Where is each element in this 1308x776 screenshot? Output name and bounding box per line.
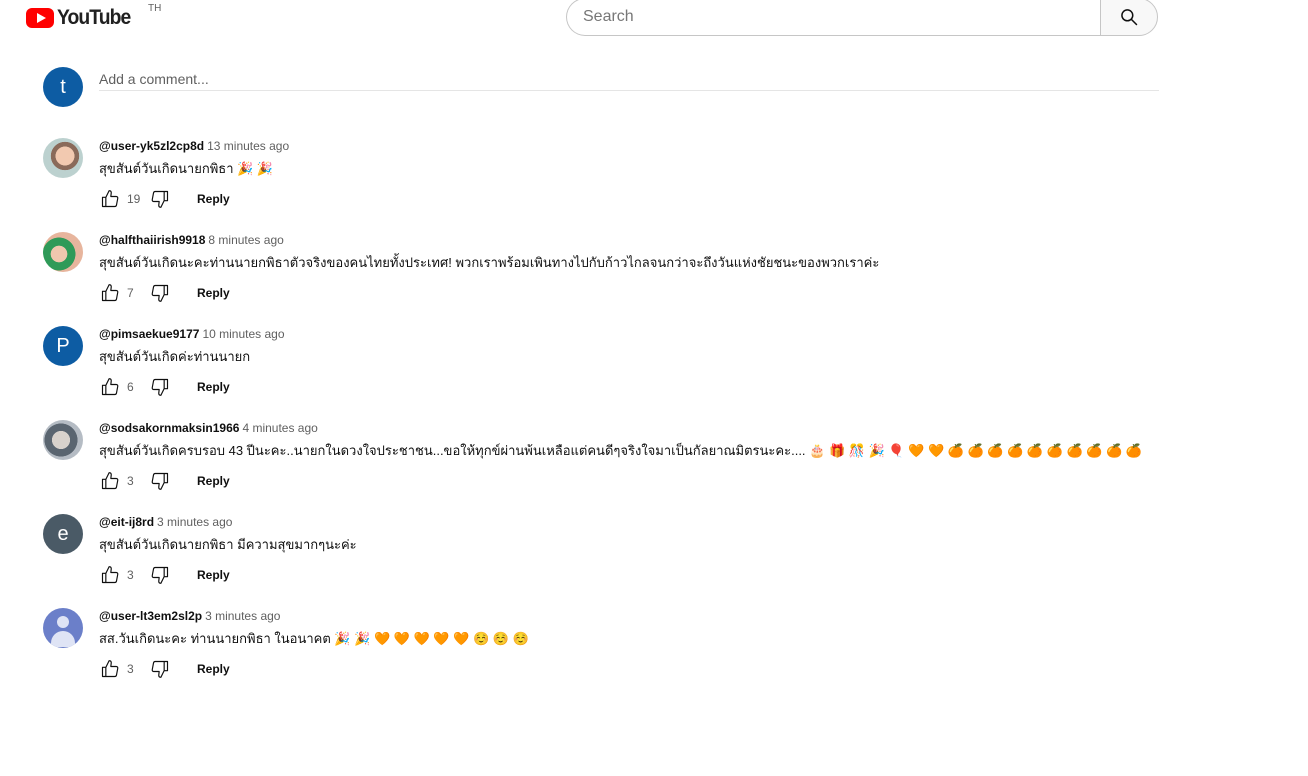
current-user-avatar[interactable]: t [43, 67, 83, 107]
reply-button[interactable]: Reply [191, 658, 236, 680]
avatar[interactable] [43, 138, 83, 178]
play-logo-icon [26, 8, 54, 28]
thumbs-down-icon [151, 190, 169, 208]
comment-author[interactable]: @eit-ij8rd [99, 515, 154, 529]
comment-item: @user-yk5zl2cp8d 13 minutes ago สุขสันต์ว… [43, 138, 1243, 232]
comment-timestamp[interactable]: 13 minutes ago [207, 139, 289, 153]
dislike-button[interactable] [149, 282, 171, 304]
like-count: 6 [127, 380, 134, 394]
like-button[interactable] [99, 564, 121, 586]
search-input[interactable] [566, 0, 1100, 36]
thumbs-up-icon [101, 190, 119, 208]
like-count: 7 [127, 286, 134, 300]
search-button[interactable] [1100, 0, 1158, 36]
like-button[interactable] [99, 470, 121, 492]
dislike-button[interactable] [149, 376, 171, 398]
comment-item: @user-lt3em2sl2p 3 minutes ago สส.วันเกิด… [43, 608, 1243, 702]
comment-text: สส.วันเกิดนะคะ ท่านนายกพิธา ในอนาคต 🎉 🎉 … [99, 631, 529, 646]
add-comment-input[interactable] [99, 67, 1159, 91]
comment-item: @halfthaiirish9918 8 minutes ago สุขสันต์… [43, 232, 1243, 326]
thumbs-down-icon [151, 472, 169, 490]
comment-list: @user-yk5zl2cp8d 13 minutes ago สุขสันต์ว… [43, 138, 1243, 702]
logo-text: YouTube [57, 6, 131, 29]
youtube-logo[interactable]: YouTube TH [26, 3, 161, 30]
comment-item: P @pimsaekue9177 10 minutes ago สุขสันต์ว… [43, 326, 1243, 420]
like-button[interactable] [99, 376, 121, 398]
dislike-button[interactable] [149, 564, 171, 586]
search-icon [1121, 9, 1138, 26]
logo-country-code: TH [148, 3, 162, 14]
thumbs-up-icon [101, 660, 119, 678]
avatar[interactable]: e [43, 514, 83, 554]
thumbs-up-icon [101, 284, 119, 302]
like-button[interactable] [99, 188, 121, 210]
thumbs-down-icon [151, 660, 169, 678]
reply-button[interactable]: Reply [191, 470, 236, 492]
like-button[interactable] [99, 658, 121, 680]
comment-timestamp[interactable]: 3 minutes ago [157, 515, 232, 529]
like-count: 3 [127, 474, 134, 488]
thumbs-down-icon [151, 378, 169, 396]
dislike-button[interactable] [149, 658, 171, 680]
comment-timestamp[interactable]: 3 minutes ago [205, 609, 280, 623]
thumbs-down-icon [151, 284, 169, 302]
comment-author[interactable]: @user-yk5zl2cp8d [99, 139, 204, 153]
like-button[interactable] [99, 282, 121, 304]
comment-author[interactable]: @user-lt3em2sl2p [99, 609, 202, 623]
comment-text: สุขสันต์วันเกิดครบรอบ 43 ปีนะคะ..นายกในด… [99, 443, 1143, 458]
reply-button[interactable]: Reply [191, 188, 236, 210]
thumbs-down-icon [151, 566, 169, 584]
dislike-button[interactable] [149, 188, 171, 210]
comment-timestamp[interactable]: 10 minutes ago [202, 327, 284, 341]
comment-author[interactable]: @halfthaiirish9918 [99, 233, 205, 247]
comment-timestamp[interactable]: 8 minutes ago [208, 233, 283, 247]
comment-text: สุขสันต์วันเกิดค่ะท่านนายก [99, 349, 251, 364]
reply-button[interactable]: Reply [191, 282, 236, 304]
thumbs-up-icon [101, 566, 119, 584]
comment-author[interactable]: @pimsaekue9177 [99, 327, 199, 341]
thumbs-up-icon [101, 472, 119, 490]
search-bar [566, 0, 1158, 36]
comment-author[interactable]: @sodsakornmaksin1966 [99, 421, 239, 435]
comment-timestamp[interactable]: 4 minutes ago [242, 421, 317, 435]
like-count: 3 [127, 662, 134, 676]
comment-text: สุขสันต์วันเกิดนายกพิธา มีความสุขมากๆนะค… [99, 537, 357, 552]
comment-text: สุขสันต์วันเกิดนะคะท่านนายกพิธาตัวจริงขอ… [99, 255, 880, 270]
comment-item: e @eit-ij8rd 3 minutes ago สุขสันต์วันเกิ… [43, 514, 1243, 608]
avatar[interactable] [43, 232, 83, 272]
comment-text: สุขสันต์วันเกิดนายกพิธา 🎉 🎉 [99, 161, 274, 176]
dislike-button[interactable] [149, 470, 171, 492]
comment-item: @sodsakornmaksin1966 4 minutes ago สุขสัน… [43, 420, 1243, 514]
avatar[interactable] [43, 420, 83, 460]
add-comment-section: t [43, 67, 1159, 107]
avatar[interactable] [43, 608, 83, 648]
thumbs-up-icon [101, 378, 119, 396]
avatar[interactable]: P [43, 326, 83, 366]
like-count: 3 [127, 568, 134, 582]
reply-button[interactable]: Reply [191, 376, 236, 398]
reply-button[interactable]: Reply [191, 564, 236, 586]
like-count: 19 [127, 192, 141, 206]
